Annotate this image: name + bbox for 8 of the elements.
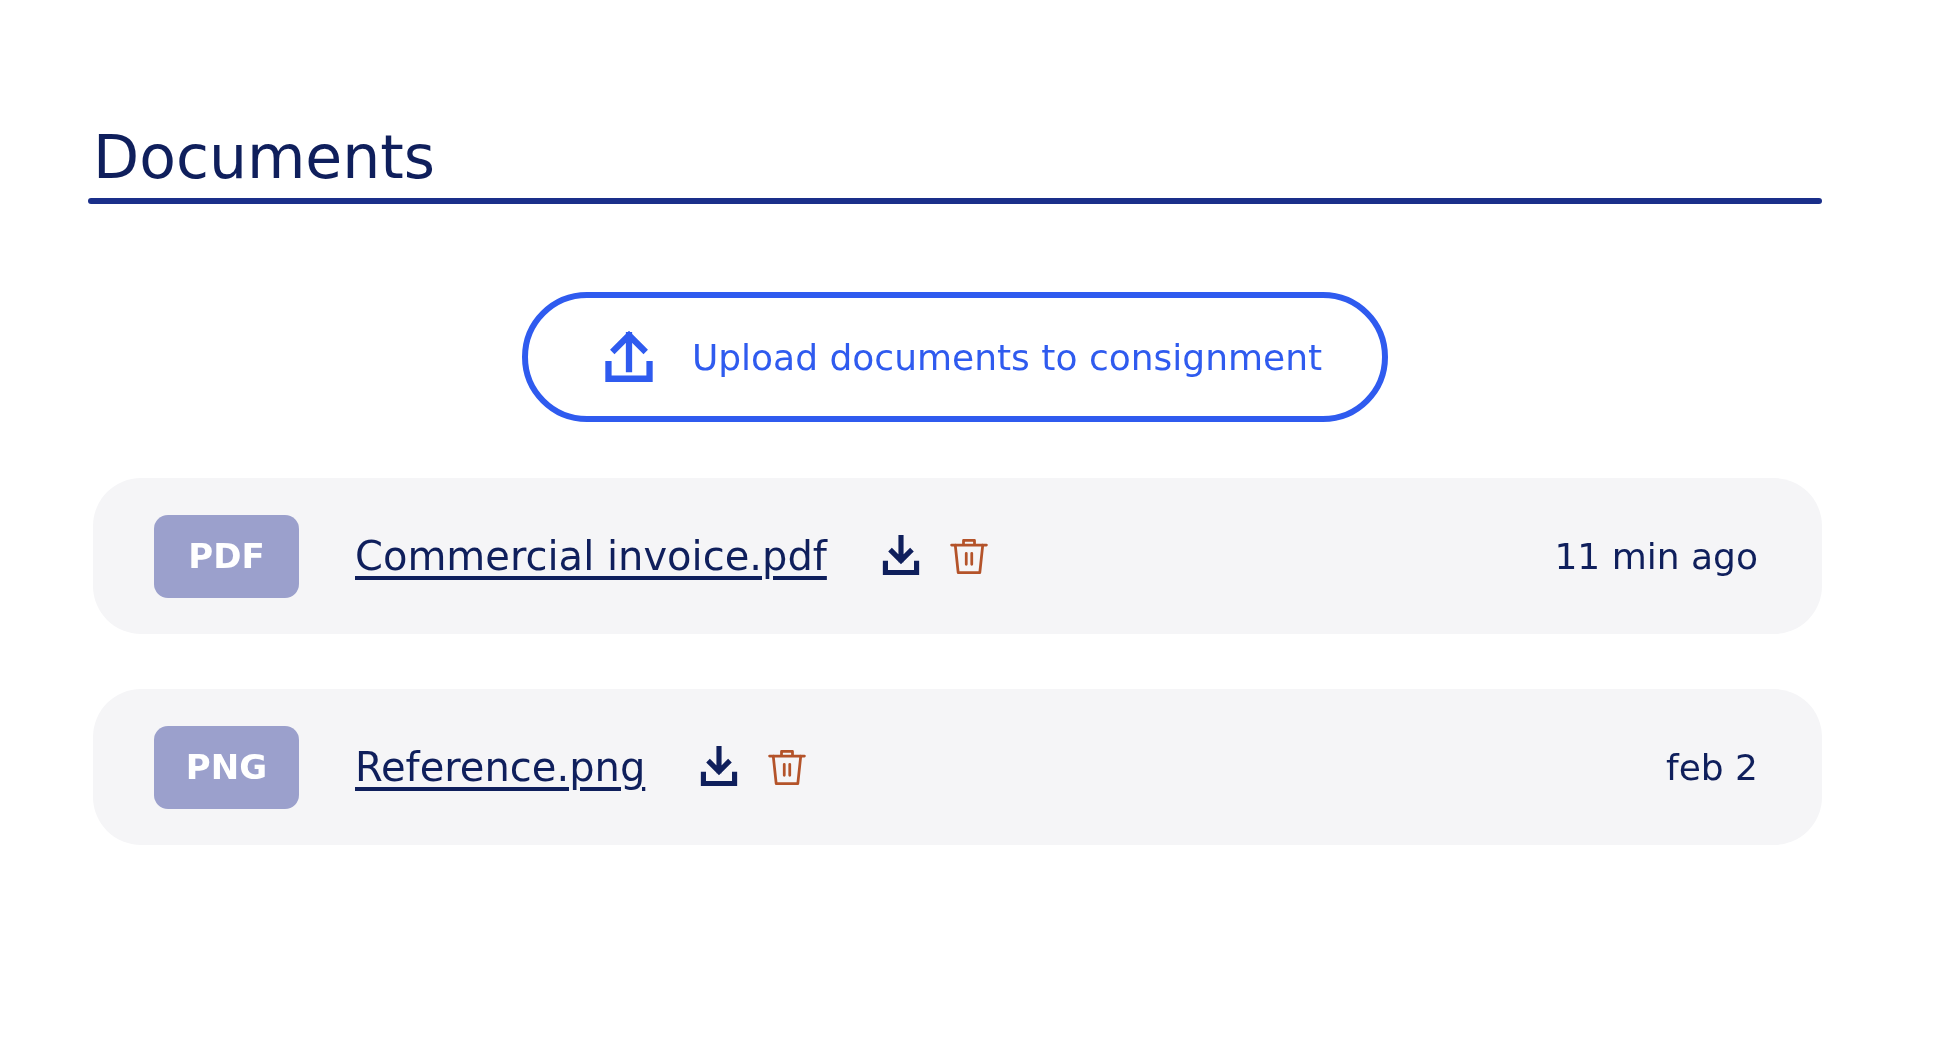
- file-type-badge: PDF: [154, 514, 299, 598]
- upload-time: 11 min ago: [1554, 535, 1758, 577]
- file-link[interactable]: Commercial invoice.pdf: [355, 533, 827, 579]
- file-type-badge: PNG: [154, 725, 299, 809]
- file-link[interactable]: Reference.png: [355, 744, 646, 790]
- upload-button[interactable]: Upload documents to consignment: [521, 292, 1389, 422]
- page-title: Documents: [93, 121, 436, 194]
- upload-time: feb 2: [1665, 746, 1758, 788]
